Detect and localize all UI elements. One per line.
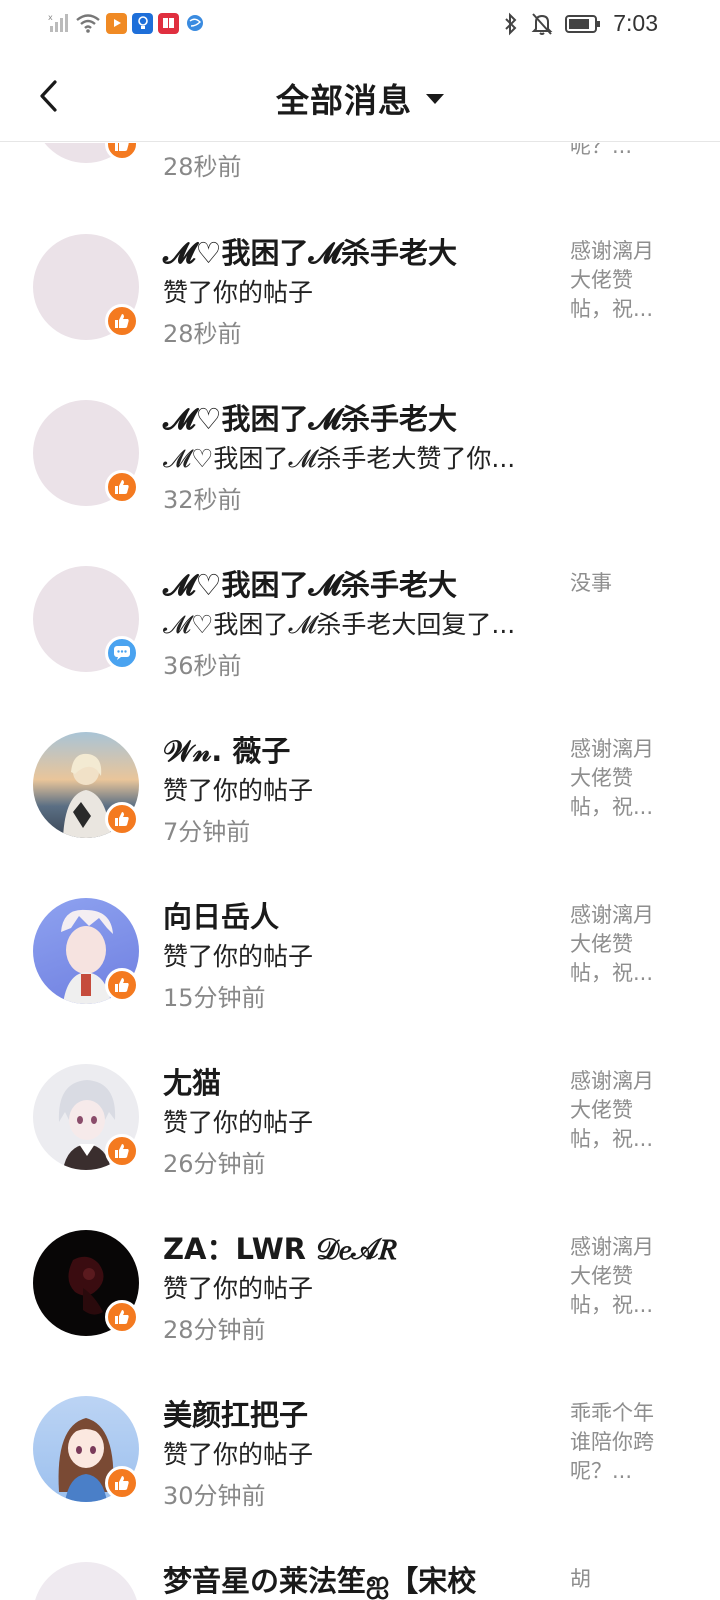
title-dropdown[interactable]: 全部消息	[0, 74, 720, 122]
post-preview[interactable]: 胡	[570, 1565, 666, 1594]
message-list[interactable]: 28秒前 呢？... 𝓜♡我困了𝓜杀手老大 赞了你的帖子 28秒前 感谢漓月大佬…	[0, 143, 720, 1600]
message-desc: 赞了你的帖子	[163, 776, 314, 805]
mute-bell-icon	[531, 12, 553, 35]
sender-name[interactable]: 向日岳人	[163, 894, 279, 936]
message-item[interactable]: ZA：LWR 𝒟𝑒𝒜𝑅 赞了你的帖子 28分钟前 感谢漓月大佬赞帖，祝...	[0, 1139, 720, 1344]
bulb-app-icon	[132, 12, 153, 34]
message-item[interactable]: 梦音星の莱法笙ஐ【宋校 胡	[0, 1471, 720, 1600]
svg-text:x: x	[48, 13, 53, 22]
globe-app-icon	[184, 13, 205, 34]
message-item[interactable]: 𝓜♡我困了𝓜杀手老大 𝓜♡我困了𝓜杀手老大赞了你... 32秒前	[0, 309, 720, 514]
video-app-icon	[106, 12, 127, 34]
sender-name[interactable]: 尢猫	[163, 1060, 221, 1102]
post-preview[interactable]: 没事	[570, 569, 666, 598]
top-nav-bar: 全部消息	[0, 48, 720, 142]
sender-name[interactable]: 𝓜♡我困了𝓜杀手老大	[163, 562, 457, 604]
avatar[interactable]	[33, 1562, 139, 1600]
dropdown-caret-icon	[426, 94, 444, 104]
message-desc: 𝓜♡我困了𝓜杀手老大回复了...	[163, 610, 516, 639]
page-title: 全部消息	[276, 81, 412, 120]
sender-name[interactable]: 𝒲𝓃. 薇子	[163, 728, 290, 770]
message-desc: 赞了你的帖子	[163, 942, 314, 971]
status-bar: x 7:03	[0, 0, 720, 48]
battery-icon	[565, 14, 601, 33]
sender-name[interactable]: 梦音星の莱法笙ஐ【宋校	[163, 1558, 476, 1600]
message-item[interactable]: 𝓜♡我困了𝓜杀手老大 赞了你的帖子 28秒前 感谢漓月大佬赞帖，祝...	[0, 143, 720, 348]
message-item[interactable]: 𝓜♡我困了𝓜杀手老大 𝓜♡我困了𝓜杀手老大回复了... 36秒前 没事	[0, 475, 720, 680]
signal-icon: x	[48, 13, 68, 32]
message-item[interactable]: 尢猫 赞了你的帖子 26分钟前 感谢漓月大佬赞帖，祝...	[0, 973, 720, 1178]
sender-name[interactable]: 𝓜♡我困了𝓜杀手老大	[163, 396, 457, 438]
message-desc: 𝓜♡我困了𝓜杀手老大赞了你...	[163, 444, 516, 473]
sender-name[interactable]: ZA：LWR 𝒟𝑒𝒜𝑅	[163, 1226, 397, 1268]
book-app-icon	[158, 12, 179, 34]
sender-name[interactable]: 美颜扛把子	[163, 1392, 308, 1434]
message-item[interactable]: 𝒲𝓃. 薇子 赞了你的帖子 7分钟前 感谢漓月大佬赞帖，祝...	[0, 641, 720, 846]
message-desc: 赞了你的帖子	[163, 1440, 314, 1469]
message-item[interactable]: 美颜扛把子 赞了你的帖子 30分钟前 乖乖个年谁陪你跨呢？...	[0, 1305, 720, 1510]
status-left-icons: x	[48, 12, 205, 34]
bluetooth-icon	[505, 12, 517, 35]
status-time: 7:03	[613, 10, 658, 36]
sender-name[interactable]: 𝓜♡我困了𝓜杀手老大	[163, 230, 457, 272]
message-item[interactable]: 向日岳人 赞了你的帖子 15分钟前 感谢漓月大佬赞帖，祝...	[0, 807, 720, 1012]
message-desc: 赞了你的帖子	[163, 1274, 314, 1303]
message-desc: 赞了你的帖子	[163, 1108, 314, 1137]
status-right-icons: 7:03	[503, 10, 658, 37]
message-desc: 赞了你的帖子	[163, 278, 314, 307]
wifi-icon	[76, 14, 100, 33]
